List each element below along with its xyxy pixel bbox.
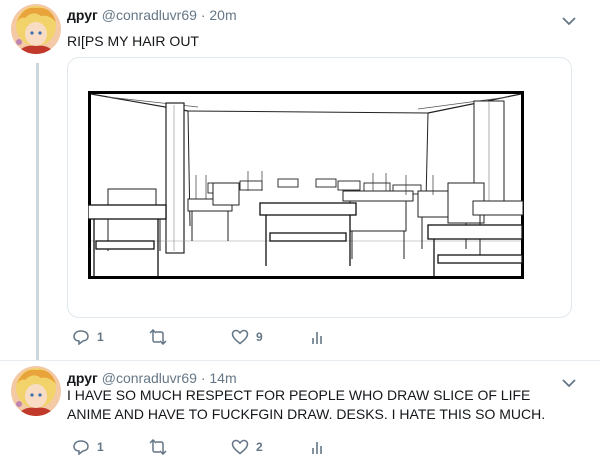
heart-icon — [231, 439, 249, 455]
like-button[interactable]: 9 — [231, 329, 263, 345]
author-handle[interactable]: @conradluvr69 — [102, 370, 197, 386]
chevron-down-icon[interactable] — [562, 375, 576, 388]
separator-dot: · — [200, 370, 206, 386]
reply-count: 1 — [97, 440, 104, 454]
like-button[interactable]: 2 — [231, 439, 263, 455]
reply-count: 1 — [97, 330, 104, 344]
analytics-button[interactable] — [311, 329, 325, 345]
tweet-actions: 1 9 — [67, 329, 367, 349]
tweet-actions: 1 2 — [67, 439, 367, 459]
tweet-text: RI[PS MY HAIR OUT — [67, 33, 199, 49]
avatar[interactable] — [11, 366, 61, 416]
author-name[interactable]: друг — [67, 7, 98, 23]
tweet-header: друг @conradluvr69 · 14m — [67, 370, 237, 386]
reply-icon — [73, 330, 89, 345]
tweet-media-image[interactable] — [67, 57, 572, 318]
reply-button[interactable]: 1 — [72, 329, 104, 345]
separator-dot: · — [200, 7, 206, 23]
classroom-sketch-image — [88, 91, 524, 279]
tweet-text: I HAVE SO MUCH RESPECT FOR PEOPLE WHO DR… — [67, 387, 546, 422]
heart-icon — [231, 329, 249, 345]
avatar[interactable] — [11, 4, 61, 54]
retweet-button[interactable] — [147, 439, 176, 455]
author-handle[interactable]: @conradluvr69 — [102, 7, 197, 23]
analytics-button[interactable] — [311, 439, 325, 455]
author-name[interactable]: друг — [67, 370, 98, 386]
retweet-icon — [149, 329, 167, 345]
like-count: 9 — [256, 330, 263, 344]
chevron-down-icon[interactable] — [562, 13, 576, 26]
reply-button[interactable]: 1 — [72, 439, 104, 455]
tweet[interactable]: друг @conradluvr69 · 14m I HAVE SO MUCH … — [0, 360, 600, 466]
tweet-header: друг @conradluvr69 · 20m — [67, 7, 237, 23]
tweet[interactable]: друг @conradluvr69 · 20m RI[PS MY HAIR O… — [0, 0, 600, 360]
retweet-icon — [149, 439, 167, 455]
analytics-icon — [312, 442, 322, 454]
like-count: 2 — [256, 440, 263, 454]
retweet-button[interactable] — [147, 329, 176, 345]
tweet-timestamp[interactable]: 20m — [209, 7, 236, 23]
analytics-icon — [312, 332, 322, 344]
reply-icon — [73, 440, 89, 455]
tweet-timestamp[interactable]: 14m — [209, 370, 236, 386]
